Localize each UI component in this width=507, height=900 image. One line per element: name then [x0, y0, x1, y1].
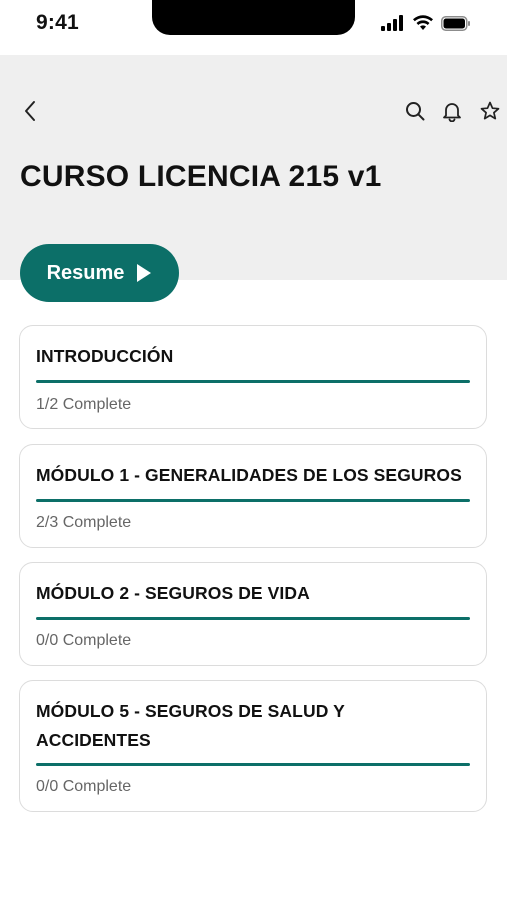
module-progress-bar — [36, 499, 470, 502]
status-bar: 9:41 — [0, 0, 507, 55]
module-progress-bar — [36, 763, 470, 766]
module-title: MÓDULO 2 - SEGUROS DE VIDA — [36, 583, 310, 603]
back-button[interactable] — [16, 97, 44, 125]
chevron-left-icon — [25, 101, 35, 121]
module-progress-text: 0/0 Complete — [36, 632, 132, 649]
favorite-button[interactable] — [476, 97, 504, 125]
play-icon — [137, 264, 152, 282]
search-button[interactable] — [401, 97, 429, 125]
module-title: INTRODUCCIÓN — [36, 346, 174, 366]
module-title: MÓDULO 1 - GENERALIDADES DE LOS SEGUROS — [36, 465, 462, 485]
bell-icon — [443, 103, 461, 122]
module-progress-text: 2/3 Complete — [36, 514, 132, 531]
resume-button[interactable]: Resume — [20, 244, 179, 302]
cellular-signal-icon — [381, 15, 403, 31]
device-notch — [152, 0, 355, 35]
notifications-button[interactable] — [438, 97, 466, 125]
module-progress-bar — [36, 617, 470, 620]
module-progress-text: 0/0 Complete — [36, 778, 132, 795]
module-progress-text: 1/2 Complete — [36, 396, 132, 413]
module-card-introduccion[interactable]: INTRODUCCIÓN 1/2 Complete — [19, 325, 487, 429]
star-icon — [480, 101, 500, 120]
status-icons — [381, 15, 471, 31]
module-card-modulo-1[interactable]: MÓDULO 1 - GENERALIDADES DE LOS SEGUROS … — [19, 444, 487, 548]
wifi-icon — [413, 15, 433, 30]
module-card-modulo-2[interactable]: MÓDULO 2 - SEGUROS DE VIDA 0/0 Complete — [19, 562, 487, 666]
module-card-modulo-5[interactable]: MÓDULO 5 - SEGUROS DE SALUD Y ACCIDENTES… — [19, 680, 487, 812]
module-progress-bar — [36, 380, 470, 383]
page-title: CURSO LICENCIA 215 v1 — [20, 160, 382, 193]
status-time: 9:41 — [36, 11, 79, 34]
resume-label: Resume — [46, 261, 125, 284]
battery-icon — [441, 15, 470, 31]
search-icon — [406, 102, 425, 121]
module-title: MÓDULO 5 - SEGUROS DE SALUD Y ACCIDENTES — [36, 701, 345, 750]
